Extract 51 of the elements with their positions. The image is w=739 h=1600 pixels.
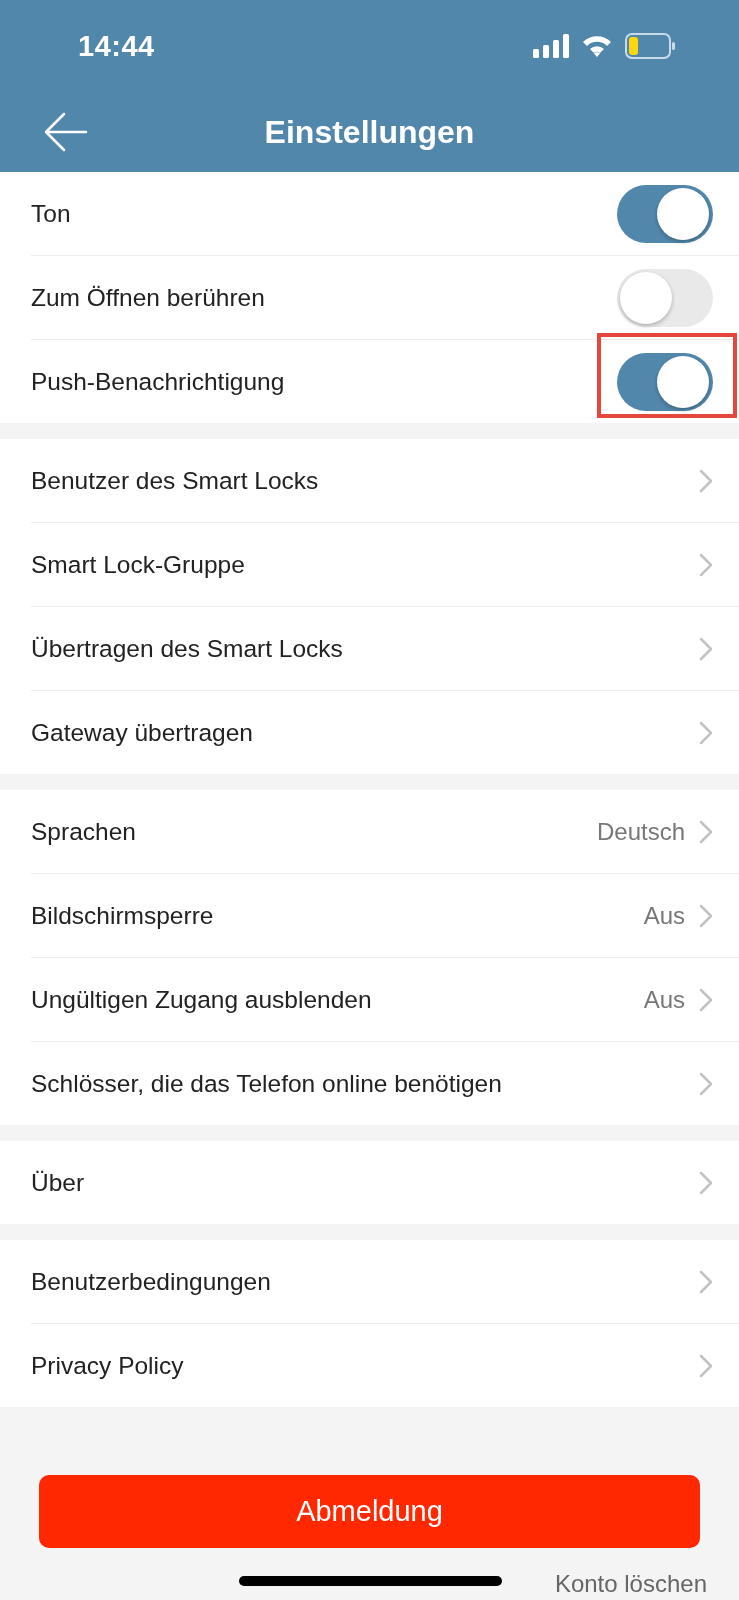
setting-label: Benutzer des Smart Locks [31, 466, 320, 495]
settings-row[interactable]: Sprachen Deutsch [31, 790, 739, 874]
chevron-right-icon [699, 987, 713, 1012]
settings-row[interactable]: Smart Lock-Gruppe [31, 523, 739, 607]
signal-icon [533, 34, 569, 58]
setting-label: Ton [31, 199, 72, 228]
settings-row[interactable]: Benutzerbedingungen [31, 1240, 739, 1324]
page-title: Einstellungen [264, 113, 475, 151]
toggle-switch[interactable] [617, 184, 713, 243]
setting-label: Übertragen des Smart Locks [31, 634, 344, 663]
chevron-right-icon [699, 468, 713, 493]
chevron-right-icon [699, 819, 713, 844]
settings-row[interactable]: Ungültigen Zugang ausblenden Aus [31, 958, 739, 1042]
chevron-right-icon [699, 1353, 713, 1378]
back-arrow-icon [44, 112, 88, 152]
setting-label: Schlösser, die das Telefon online benötigen [31, 1069, 503, 1098]
settings-row[interactable]: Privacy Policy [31, 1324, 739, 1407]
setting-value: Deutsch [596, 817, 685, 846]
setting-label: Gateway übertragen [31, 718, 254, 747]
chevron-right-icon [699, 636, 713, 661]
chevron-right-icon [699, 1269, 713, 1294]
back-button[interactable] [44, 112, 88, 152]
setting-label: Privacy Policy [31, 1351, 185, 1380]
setting-label: Sprachen [31, 817, 137, 846]
setting-label: Push-Benachrichtigung [31, 367, 286, 396]
setting-label: Über [31, 1168, 86, 1197]
setting-value: Aus [643, 901, 685, 930]
settings-row[interactable]: Über [31, 1141, 739, 1224]
settings-row[interactable]: Gateway übertragen [31, 691, 739, 774]
settings-row[interactable]: Übertragen des Smart Locks [31, 607, 739, 691]
chevron-right-icon [699, 552, 713, 577]
chevron-right-icon [699, 1170, 713, 1195]
delete-account-link[interactable]: Konto löschen [554, 1570, 707, 1598]
setting-label: Ungültigen Zugang ausblenden [31, 985, 373, 1014]
setting-label: Benutzerbedingungen [31, 1267, 272, 1296]
setting-label: Zum Öffnen berühren [31, 283, 266, 312]
setting-value: Aus [643, 985, 685, 1014]
wifi-icon [581, 34, 613, 58]
setting-label: Bildschirmsperre [31, 901, 215, 930]
toggle-switch[interactable] [617, 268, 713, 327]
settings-row[interactable]: Schlösser, die das Telefon online benötigen [31, 1042, 739, 1125]
status-time: 14:44 [78, 29, 155, 63]
settings-row[interactable]: Bildschirmsperre Aus [31, 874, 739, 958]
setting-label: Smart Lock-Gruppe [31, 550, 246, 579]
logout-button[interactable]: Abmeldung [39, 1475, 700, 1548]
battery-icon [625, 33, 675, 59]
chevron-right-icon [699, 903, 713, 928]
toggle-switch[interactable] [617, 352, 713, 411]
chevron-right-icon [699, 1071, 713, 1096]
settings-row[interactable]: Benutzer des Smart Locks [31, 439, 739, 523]
chevron-right-icon [699, 720, 713, 745]
